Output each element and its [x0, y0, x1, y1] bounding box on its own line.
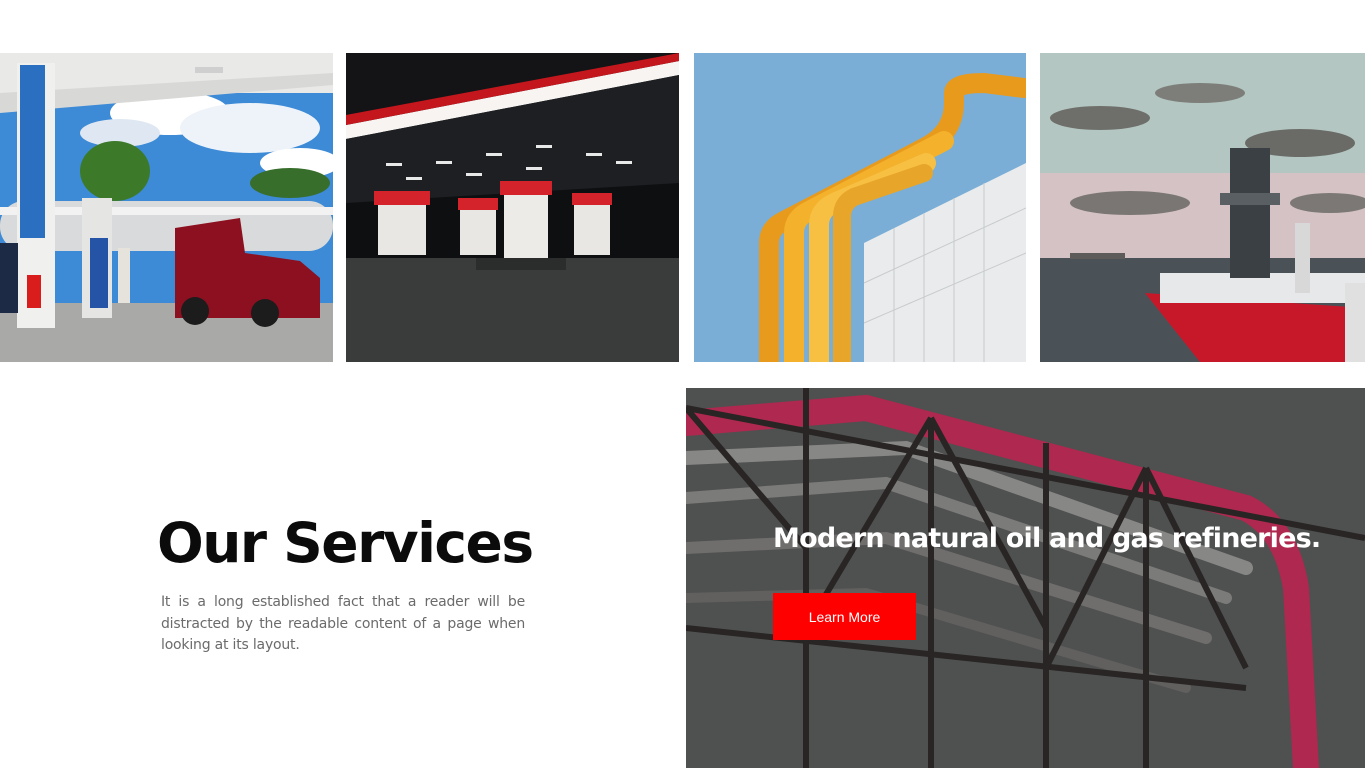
offshore-vessel-photo — [1040, 53, 1365, 362]
services-section: Our Services It is a long established fa… — [157, 508, 534, 657]
yellow-pipes-photo — [694, 53, 1026, 362]
image-gallery — [0, 53, 1365, 362]
gas-station-night-photo — [346, 53, 679, 362]
feature-heading: Modern natural oil and gas refineries. — [773, 523, 1321, 554]
services-description: It is a long established fact that a rea… — [161, 594, 525, 653]
feature-banner: Modern natural oil and gas refineries. L… — [686, 388, 1365, 768]
learn-more-button[interactable]: Learn More — [773, 593, 916, 640]
gas-station-daytime-photo — [0, 53, 333, 362]
refinery-pipes-photo — [686, 388, 1365, 768]
services-title: Our Services — [157, 511, 534, 575]
